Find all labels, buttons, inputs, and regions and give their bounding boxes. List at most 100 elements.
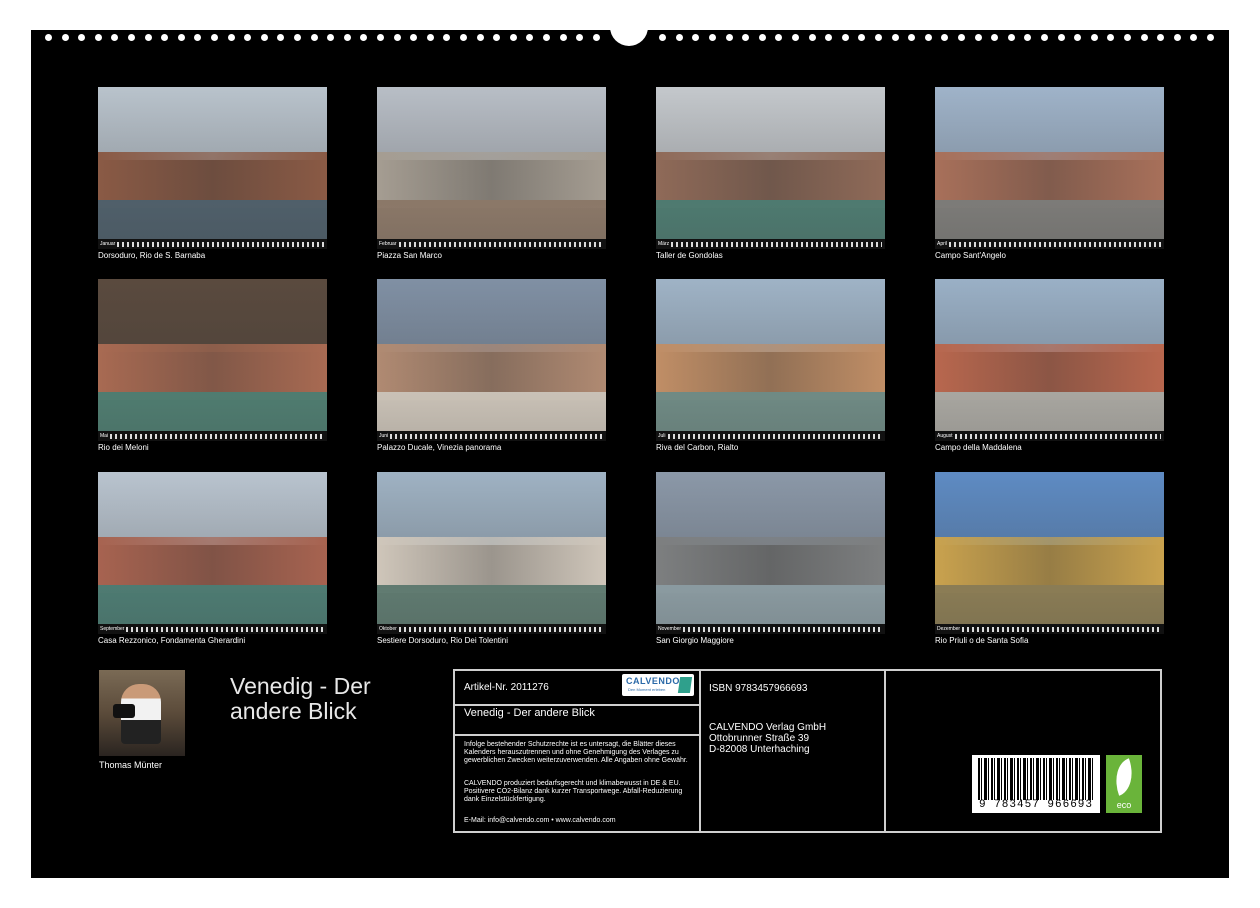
divider [455, 704, 699, 706]
publisher-city: D-82008 Unterhaching [709, 744, 810, 755]
month-label: Januar [100, 241, 116, 247]
binding-hole [310, 34, 318, 41]
binding-hole [327, 34, 335, 41]
photo-caption: Casa Rezzonico, Fondamenta Gherardini [98, 636, 246, 645]
calendar-back-page: Januar Dorsoduro, Rio de S. Barnaba Februa… [31, 26, 1229, 878]
publisher-name: CALVENDO Verlag GmbH [709, 722, 827, 733]
photo-caption: Palazzo Ducale, Vinezia panorama [377, 443, 502, 452]
binding-hole [1190, 34, 1198, 41]
month-strip: Januar [98, 239, 327, 249]
article-number: Artikel-Nr. 2011276 [464, 682, 549, 693]
binding-hole [1107, 34, 1115, 41]
photo-sky [935, 472, 1164, 545]
month-strip: September [98, 624, 327, 634]
author-photo [99, 670, 185, 756]
month-photo: September [98, 472, 327, 634]
binding-hole [592, 34, 600, 41]
binding-hole [941, 34, 949, 41]
month-strip: März [656, 239, 885, 249]
photo-caption: Dorsoduro, Rio de S. Barnaba [98, 251, 206, 260]
photo-sky [656, 87, 885, 160]
binding-hole [194, 34, 202, 41]
month-photo: Februar [377, 87, 606, 249]
binding-hole [875, 34, 882, 41]
binding-hole [526, 34, 534, 41]
month-label: März [658, 241, 670, 247]
eco-label: eco [1116, 800, 1132, 810]
photo-sky [98, 279, 327, 352]
binding-hole [742, 34, 750, 41]
month-label: Juni [379, 433, 389, 439]
binding-hole [509, 34, 517, 41]
day-ticks [962, 626, 1161, 632]
binding-hole [543, 34, 550, 41]
calvendo-mark-icon [677, 677, 693, 693]
month-label: Februar [379, 241, 397, 247]
binding-hole [410, 34, 418, 41]
binding-hole [991, 34, 999, 41]
binding-hole [61, 34, 69, 41]
photo-sky [377, 472, 606, 545]
photo-caption: San Giorgio Maggiore [656, 636, 734, 645]
binding-hole [559, 34, 567, 41]
binding-hole [808, 34, 816, 41]
photo-caption: Campo Sant'Angelo [935, 251, 1006, 260]
binding-hole [1090, 34, 1098, 41]
binding-hole [277, 34, 285, 41]
binding-hole [128, 34, 135, 41]
photo-sky [98, 87, 327, 160]
photo-sky [656, 472, 885, 545]
isbn-barcode: 9 783457 966693 [972, 755, 1100, 813]
binding-hole [443, 34, 451, 41]
leaf-icon [1108, 758, 1140, 796]
binding-hole [858, 34, 866, 41]
photo-sky [377, 87, 606, 160]
binding-hole [675, 34, 683, 41]
photo-caption: Sestiere Dorsoduro, Rio Dei Tolentini [377, 636, 509, 645]
month-photo: Januar [98, 87, 327, 249]
month-label: September [100, 626, 125, 632]
photo-sky [935, 279, 1164, 352]
month-label: Juli [658, 433, 666, 439]
logo-word: CALVENDO [626, 676, 680, 686]
barcode-number: 9 783457 966693 [978, 799, 1094, 811]
binding-hole [1024, 34, 1032, 41]
binding-hole [244, 34, 252, 41]
photo-sky [656, 279, 885, 352]
month-photo: November [656, 472, 885, 634]
binding-hole [111, 34, 119, 41]
product-info-box: Artikel-Nr. 2011276 CALVENDO Den Moment … [453, 669, 1162, 833]
binding-hole [958, 34, 965, 41]
month-photo: März [656, 87, 885, 249]
product-title: Venedig - Der andere Blick [464, 707, 595, 719]
binding-hole [260, 34, 268, 41]
calvendo-logo: CALVENDO Den Moment erleben [622, 674, 694, 696]
month-label: April [937, 241, 948, 247]
photo-caption: Rio Priuli o de Santa Sofia [935, 636, 1029, 645]
photo-caption: Piazza San Marco [377, 251, 442, 260]
isbn: ISBN 9783457966693 [709, 683, 808, 694]
binding-hole [460, 34, 467, 41]
month-photo: April [935, 87, 1164, 249]
photo-caption: Campo della Maddalena [935, 443, 1022, 452]
binding-hole [393, 34, 401, 41]
eco-badge: eco [1106, 755, 1142, 813]
day-ticks [117, 241, 324, 247]
day-ticks [398, 626, 603, 632]
binding-hole [94, 34, 102, 41]
binding-hole [908, 34, 916, 41]
day-ticks [126, 626, 324, 632]
month-photo: Juni [377, 279, 606, 441]
month-photo: Dezember [935, 472, 1164, 634]
binding-hole [709, 34, 716, 41]
binding-hole [45, 34, 52, 41]
binding-hole [476, 34, 484, 41]
camera-icon [113, 704, 135, 718]
divider [455, 734, 699, 736]
day-ticks [671, 241, 882, 247]
binding-hole [1140, 34, 1148, 41]
binding-hole [891, 34, 899, 41]
month-label: August [937, 433, 953, 439]
day-ticks [949, 241, 1161, 247]
binding-hole [343, 34, 351, 41]
